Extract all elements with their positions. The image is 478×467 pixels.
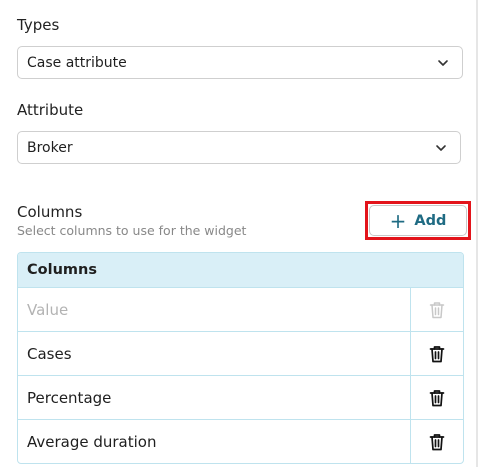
types-select[interactable]: Case attribute [17, 46, 463, 79]
attribute-select[interactable]: Broker [17, 131, 461, 164]
trash-icon[interactable] [429, 389, 445, 407]
table-row: Percentage [18, 376, 463, 420]
columns-table-header: Columns [18, 253, 463, 288]
column-name-input[interactable]: Percentage [18, 376, 410, 419]
chevron-down-icon [436, 144, 446, 151]
trash-icon[interactable] [429, 345, 445, 363]
types-select-value: Case attribute [27, 54, 127, 71]
attribute-select-value: Broker [27, 139, 73, 156]
row-action-cell [410, 420, 463, 463]
column-name-input[interactable]: Average duration [18, 420, 410, 463]
row-action-cell [410, 376, 463, 419]
row-action-cell [410, 332, 463, 375]
attribute-label: Attribute [17, 101, 84, 119]
add-column-button[interactable]: + Add [369, 205, 467, 236]
column-name-input[interactable]: Value [18, 288, 410, 331]
row-action-cell [410, 288, 463, 331]
table-row: Average duration [18, 420, 463, 463]
columns-title: Columns [17, 203, 83, 221]
trash-icon [429, 301, 445, 318]
types-label: Types [17, 16, 60, 34]
column-name-input[interactable]: Cases [18, 332, 410, 375]
add-button-label: Add [414, 212, 447, 229]
columns-table: Columns Value Cases Percentage Average d… [17, 252, 464, 464]
table-row: Value [18, 288, 463, 332]
plus-icon: + [389, 208, 407, 233]
chevron-down-icon [438, 59, 448, 66]
columns-subtitle: Select columns to use for the widget [17, 223, 247, 238]
table-row: Cases [18, 332, 463, 376]
trash-icon[interactable] [429, 433, 445, 451]
